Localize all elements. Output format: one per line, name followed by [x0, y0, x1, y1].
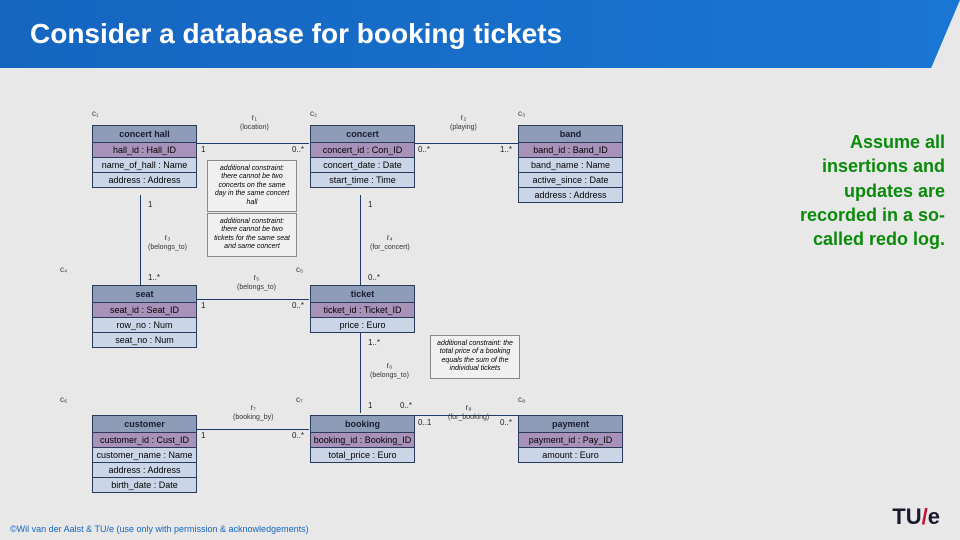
line-r1: [196, 143, 309, 144]
entity-header: customer: [93, 416, 196, 433]
note-constraint-2: additional constraint: there cannot be t…: [207, 213, 297, 257]
entity-attr: amount : Euro: [519, 448, 622, 462]
entity-attr: seat_no : Num: [93, 333, 196, 347]
entity-pk: payment_id : Pay_ID: [519, 433, 622, 448]
rel-r8: r₈(for_booking): [448, 403, 489, 421]
entity-pk: band_id : Band_ID: [519, 143, 622, 158]
card: 1..*: [148, 273, 160, 282]
rel-r7: r₇(booking_by): [233, 403, 273, 421]
card: 1: [368, 200, 372, 209]
entity-attr: band_name : Name: [519, 158, 622, 173]
card: 0..*: [292, 301, 304, 310]
entity-ticket: ticket ticket_id : Ticket_ID price : Eur…: [310, 285, 415, 333]
card: 1: [368, 401, 372, 410]
entity-attr: address : Address: [93, 463, 196, 478]
entity-attr: start_time : Time: [311, 173, 414, 187]
entity-concert: concert concert_id : Con_ID concert_date…: [310, 125, 415, 188]
rel-r2: r₂(playing): [450, 113, 477, 131]
note-constraint-3: additional constraint: the total price o…: [430, 335, 520, 379]
card: 1..*: [500, 145, 512, 154]
entity-header: seat: [93, 286, 196, 303]
er-diagram: c₁ concert hall hall_id : Hall_ID name_o…: [0, 95, 770, 515]
card: 1: [201, 145, 205, 154]
entity-attr: address : Address: [93, 173, 196, 187]
entity-attr: birth_date : Date: [93, 478, 196, 492]
card: 0..*: [500, 418, 512, 427]
entity-seat: seat seat_id : Seat_ID row_no : Num seat…: [92, 285, 197, 348]
line-r6: [360, 333, 361, 413]
entity-concert-hall: concert hall hall_id : Hall_ID name_of_h…: [92, 125, 197, 188]
entity-attr: customer_name : Name: [93, 448, 196, 463]
entity-pk: seat_id : Seat_ID: [93, 303, 196, 318]
line-r4: [360, 195, 361, 285]
entity-header: concert: [311, 126, 414, 143]
rel-r4: r₄(for_concert): [370, 233, 410, 251]
entity-attr: address : Address: [519, 188, 622, 202]
line-r3: [140, 195, 141, 285]
note-constraint-1: additional constraint: there cannot be t…: [207, 160, 297, 212]
footer-credits: ©Wil van der Aalst & TU/e (use only with…: [10, 524, 309, 534]
entity-attr: name_of_hall : Name: [93, 158, 196, 173]
entity-header: booking: [311, 416, 414, 433]
entity-pk: ticket_id : Ticket_ID: [311, 303, 414, 318]
label-c4: c₄: [60, 265, 67, 274]
entity-pk: booking_id : Booking_ID: [311, 433, 414, 448]
entity-header: payment: [519, 416, 622, 433]
entity-attr: concert_date : Date: [311, 158, 414, 173]
card: 0..*: [400, 401, 412, 410]
card: 0..*: [292, 145, 304, 154]
line-r7: [196, 429, 309, 430]
line-r5: [196, 299, 309, 300]
card: 0..*: [292, 431, 304, 440]
rel-r5: r₅(belongs_to): [237, 273, 276, 291]
label-c2: c₂: [310, 109, 317, 118]
entity-attr: total_price : Euro: [311, 448, 414, 462]
label-c6: c₆: [60, 395, 67, 404]
side-note: Assume all insertions and updates are re…: [790, 130, 945, 251]
entity-attr: price : Euro: [311, 318, 414, 332]
entity-customer: customer customer_id : Cust_ID customer_…: [92, 415, 197, 493]
entity-pk: customer_id : Cust_ID: [93, 433, 196, 448]
entity-attr: active_since : Date: [519, 173, 622, 188]
label-c8: c₈: [518, 395, 525, 404]
card: 1: [148, 200, 152, 209]
entity-header: concert hall: [93, 126, 196, 143]
card: 1..*: [368, 338, 380, 347]
tue-logo: TU/e: [892, 504, 940, 530]
title-banner: Consider a database for booking tickets: [0, 0, 960, 68]
entity-band: band band_id : Band_ID band_name : Name …: [518, 125, 623, 203]
entity-booking: booking booking_id : Booking_ID total_pr…: [310, 415, 415, 463]
card: 1: [201, 431, 205, 440]
entity-attr: row_no : Num: [93, 318, 196, 333]
card: 0..*: [368, 273, 380, 282]
rel-r1: r₁(location): [240, 113, 269, 131]
entity-pk: concert_id : Con_ID: [311, 143, 414, 158]
line-r2: [414, 143, 518, 144]
card: 1: [201, 301, 205, 310]
card: 0..*: [418, 145, 430, 154]
label-c1: c₁: [92, 109, 99, 118]
label-c3: c₃: [518, 109, 525, 118]
label-c5: c₅: [296, 265, 303, 274]
rel-r3: r₃(belongs_to): [148, 233, 187, 251]
entity-header: ticket: [311, 286, 414, 303]
card: 0..1: [418, 418, 431, 427]
entity-payment: payment payment_id : Pay_ID amount : Eur…: [518, 415, 623, 463]
label-c7: c₇: [296, 395, 303, 404]
entity-header: band: [519, 126, 622, 143]
rel-r6: r₆(belongs_to): [370, 361, 409, 379]
entity-pk: hall_id : Hall_ID: [93, 143, 196, 158]
